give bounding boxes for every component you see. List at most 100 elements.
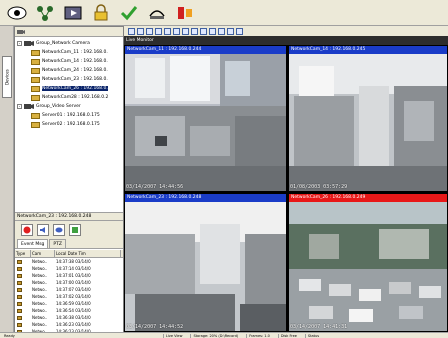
tree-camera[interactable]: NetworkCam_11 : 192.168.0.	[17, 48, 121, 57]
alarm-icon[interactable]	[174, 3, 196, 23]
tree-label: NetworkCam_24 : 192.168.0.	[42, 68, 108, 73]
live-view-eye-icon[interactable]	[6, 3, 28, 23]
layout-2p8-button[interactable]	[191, 27, 198, 35]
tree-camera[interactable]: NetworkCam_14 : 192.168.0.	[17, 57, 121, 66]
snapshot-button[interactable]	[53, 224, 65, 236]
event-rows: Netwo.. 14:37:38 03/14/0 Netwo.. 14:37:14 0…	[15, 258, 123, 337]
tree-label: Group_Video Server	[36, 104, 81, 109]
event-cam-cell: Netwo..	[32, 301, 48, 306]
network-camera-icon	[31, 85, 40, 92]
save-button[interactable]	[69, 224, 81, 236]
event-row[interactable]: Netwo.. 14:37:07 03/14/0	[15, 286, 123, 293]
tree-camera[interactable]: NetworkCam_24 : 192.168.0.	[17, 66, 121, 75]
event-type-cell	[15, 265, 31, 272]
event-cam-cell: Netwo..	[32, 259, 48, 264]
parking-camera-feed	[289, 194, 447, 331]
event-type-cell	[15, 279, 31, 286]
layout-3x3-button[interactable]	[146, 27, 153, 35]
event-type-cell	[15, 321, 31, 328]
record-button[interactable]	[21, 224, 33, 236]
event-table-header: Type Cam Local Date Tim	[15, 250, 123, 258]
network-tree-icon[interactable]	[34, 3, 56, 23]
event-row[interactable]: Netwo.. 14:37:00 03/14/0	[15, 279, 123, 286]
status-ready: Ready	[4, 333, 15, 338]
corridor-camera-feed	[289, 46, 447, 191]
tree-camera[interactable]: NetworkCam_26 : 192.168.0.	[17, 84, 121, 93]
event-icon	[17, 273, 22, 278]
tree-camera[interactable]: Server01 : 192.168.0.175	[17, 111, 121, 120]
network-camera-icon	[31, 58, 40, 65]
network-camera-icon	[31, 121, 40, 128]
layout-5x5-button[interactable]	[200, 27, 207, 35]
col-type[interactable]: Type	[15, 250, 31, 257]
event-cam-cell: Netwo..	[32, 280, 48, 285]
preview-controls	[15, 221, 123, 239]
devices-tab[interactable]: Devices	[2, 56, 12, 98]
checkmark-icon[interactable]	[118, 3, 140, 23]
preview-title: NetworkCam_23 : 192.168.0.248	[15, 212, 123, 221]
layout-1x1-button[interactable]	[128, 27, 135, 35]
playback-icon[interactable]	[62, 3, 84, 23]
event-row[interactable]: Netwo.. 14:37:38 03/14/0	[15, 258, 123, 265]
video-cell-4[interactable]: NetworkCam_26 : 192.168.0.249 03/14/2007…	[288, 193, 448, 332]
video-grid: NetworkCam_11 : 192.168.0.244 03/14/2007…	[124, 45, 448, 332]
event-row[interactable]: Netwo.. 14:37:02 03/14/0	[15, 293, 123, 300]
status-bar: Ready Live View Storage: 20% (D:\Record)…	[0, 332, 448, 338]
event-icon	[17, 301, 22, 306]
device-panel-header	[15, 27, 123, 37]
layout-1p12-button[interactable]	[182, 27, 189, 35]
status-seg-2: Storage: 20% (D:\Record)	[190, 333, 238, 338]
collapse-icon[interactable]: -	[17, 41, 22, 46]
event-icon	[17, 322, 22, 327]
tree-label: NetworkCam28 : 192.168.0.2	[42, 95, 109, 100]
event-row[interactable]: Netwo.. 14:36:23 03/14/0	[15, 321, 123, 328]
col-local-time[interactable]: Local Date Tim	[55, 250, 121, 257]
tab-event-msg[interactable]: Event Msg	[17, 239, 49, 248]
network-camera-icon	[31, 112, 40, 119]
layout-1p5-button[interactable]	[164, 27, 171, 35]
exit-icon[interactable]	[146, 3, 168, 23]
layout-4x4-button[interactable]	[155, 27, 162, 35]
event-cam-cell: Netwo..	[32, 266, 48, 271]
prev-page-button[interactable]	[218, 27, 225, 35]
event-time-cell: 14:37:07 03/14/0	[56, 287, 91, 292]
event-type-cell	[15, 258, 31, 265]
tree-camera[interactable]: NetworkCam28 : 192.168.0.2	[17, 93, 121, 102]
layout-1p7-button[interactable]	[173, 27, 180, 35]
col-cam[interactable]: Cam	[31, 250, 55, 257]
tree-camera[interactable]: Server02 : 192.168.0.175	[17, 120, 121, 129]
event-type-cell	[15, 272, 31, 279]
status-seg-3: Frames: 1.0	[246, 333, 270, 338]
event-row[interactable]: Netwo.. 14:36:59 03/14/0	[15, 300, 123, 307]
video-cell-2[interactable]: NetworkCam_14 : 192.168.0.245 01/08/2003…	[288, 45, 448, 192]
status-seg-4: Disk Free	[277, 333, 297, 338]
lock-icon[interactable]	[90, 3, 112, 23]
network-camera-icon	[31, 49, 40, 56]
video-cell-1[interactable]: NetworkCam_11 : 192.168.0.244 03/14/2007…	[124, 45, 287, 192]
event-icon	[17, 266, 22, 271]
event-time-cell: 14:37:38 03/14/0	[56, 259, 91, 264]
event-time-cell: 14:36:38 03/14/0	[56, 315, 91, 320]
event-row[interactable]: Netwo.. 14:36:54 03/14/0	[15, 307, 123, 314]
tree-camera[interactable]: NetworkCam_23 : 192.168.0.	[17, 75, 121, 84]
video-cell-3[interactable]: NetworkCam_23 : 192.168.0.248 03/14/2007…	[124, 193, 287, 332]
next-page-button[interactable]	[227, 27, 234, 35]
collapse-icon[interactable]: -	[17, 104, 22, 109]
tree-label: Server01 : 192.168.0.175	[42, 113, 100, 118]
tree-label: Server02 : 192.168.0.175	[42, 122, 100, 127]
tree-label: Group_Network Camera	[36, 41, 90, 46]
layout-6x6-button[interactable]	[209, 27, 216, 35]
event-row[interactable]: Netwo.. 14:37:14 03/14/0	[15, 265, 123, 272]
tree-group[interactable]: - Group_Video Server	[17, 102, 121, 111]
event-time-cell: 14:36:23 03/14/0	[56, 322, 91, 327]
audio-button[interactable]	[37, 224, 49, 236]
tab-ptz[interactable]: PTZ	[49, 239, 66, 248]
cell-1-title: NetworkCam_11 : 192.168.0.244	[125, 46, 286, 54]
event-row[interactable]: Netwo.. 14:37:01 03/14/0	[15, 272, 123, 279]
fullscreen-button[interactable]	[236, 27, 243, 35]
layout-2x2-button[interactable]	[137, 27, 144, 35]
tree-group[interactable]: - Group_Network Camera	[17, 39, 121, 48]
event-time-cell: 14:37:14 03/14/0	[56, 266, 91, 271]
event-row[interactable]: Netwo.. 14:36:38 03/14/0	[15, 314, 123, 321]
tree-label: NetworkCam_26 : 192.168.0.	[42, 86, 108, 91]
